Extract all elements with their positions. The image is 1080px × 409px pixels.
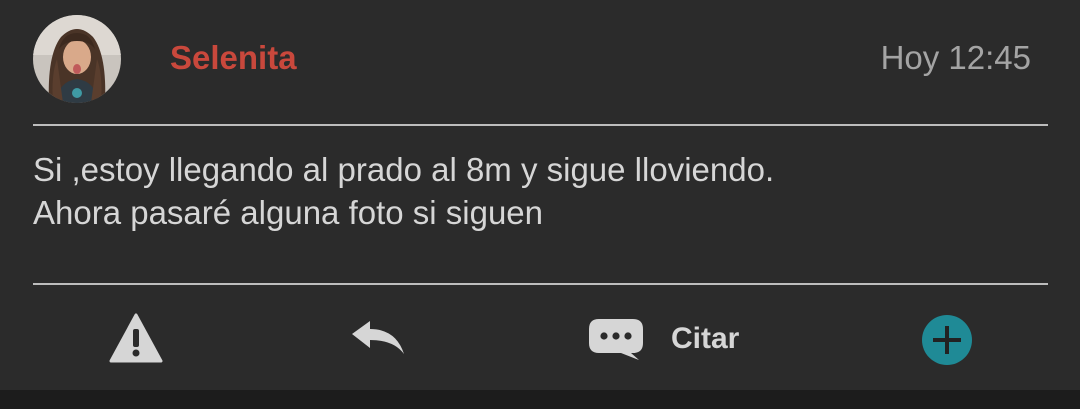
divider <box>33 283 1048 285</box>
post-card: Selenita Hoy 12:45 Si ,estoy llegando al… <box>0 0 1080 390</box>
add-button[interactable] <box>921 314 973 366</box>
quote-label: Citar <box>671 322 740 355</box>
post-message: Si ,estoy llegando al prado al 8m y sigu… <box>33 148 1033 234</box>
message-line: Si ,estoy llegando al prado al 8m y sigu… <box>33 151 775 188</box>
report-button[interactable] <box>108 312 164 364</box>
username[interactable]: Selenita <box>170 38 297 78</box>
speech-bubble-icon <box>589 319 643 360</box>
avatar-image <box>33 15 121 103</box>
message-line: Ahora pasaré alguna foto si siguen <box>33 194 544 231</box>
quote-button[interactable]: Citar <box>587 317 739 361</box>
bottom-strip <box>0 390 1080 409</box>
reply-arrow-icon <box>352 321 404 354</box>
post-timestamp: Hoy 12:45 <box>880 39 1031 76</box>
warning-triangle-icon <box>109 313 163 363</box>
avatar[interactable] <box>33 15 121 103</box>
divider <box>33 124 1048 126</box>
reply-button[interactable] <box>350 320 406 356</box>
plus-circle-icon <box>922 315 972 365</box>
